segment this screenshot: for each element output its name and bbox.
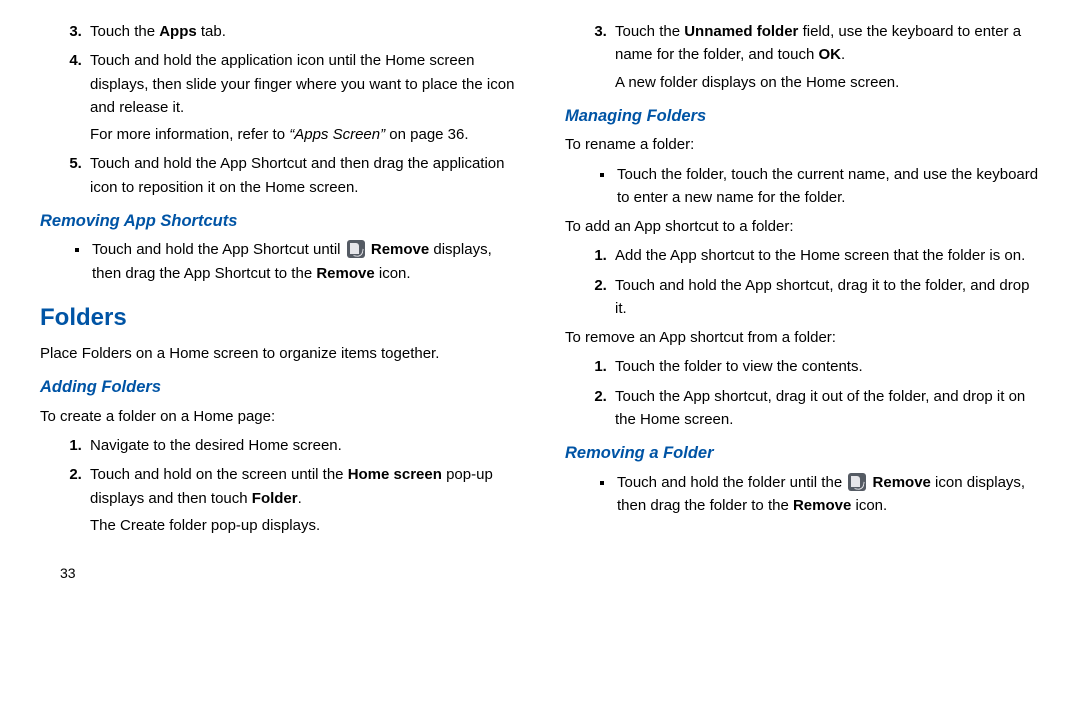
step-3: Touch the Apps tab. xyxy=(86,20,515,43)
heading-removing-app-shortcuts: Removing App Shortcuts xyxy=(40,209,515,235)
remove-steps: Touch the folder to view the contents. T… xyxy=(565,355,1040,431)
rename-intro: To rename a folder: xyxy=(565,133,1040,156)
heading-removing-a-folder: Removing a Folder xyxy=(565,441,1040,467)
step-text: Touch and hold the application icon unti… xyxy=(90,52,514,116)
step-4: Touch and hold the application icon unti… xyxy=(86,49,515,146)
add-steps: Add the App shortcut to the Home screen … xyxy=(565,244,1040,320)
step-text: Touch the App shortcut, drag it out of t… xyxy=(615,388,1025,428)
folders-intro: Place Folders on a Home screen to organi… xyxy=(40,342,515,365)
remove-step-2: Touch the App shortcut, drag it out of t… xyxy=(611,385,1040,432)
heading-adding-folders: Adding Folders xyxy=(40,375,515,401)
step-text: Add the App shortcut to the Home screen … xyxy=(615,247,1025,264)
heading-managing-folders: Managing Folders xyxy=(565,104,1040,130)
remove-icon xyxy=(848,473,866,491)
removefolder-bullet: Touch and hold the folder until the Remo… xyxy=(615,471,1040,518)
remove-step-1: Touch the folder to view the contents. xyxy=(611,355,1040,378)
adding-intro: To create a folder on a Home page: xyxy=(40,405,515,428)
step-text: Touch and hold the App shortcut, drag it… xyxy=(615,277,1029,317)
step-text: Touch and hold the App Shortcut and then… xyxy=(90,155,504,195)
adding-step-1: Navigate to the desired Home screen. xyxy=(86,434,515,457)
add-step-2: Touch and hold the App shortcut, drag it… xyxy=(611,274,1040,321)
page-number: 33 xyxy=(40,563,1040,585)
bullet-item: Touch and hold the App Shortcut until Re… xyxy=(90,238,515,285)
steps-list: Touch the Apps tab. Touch and hold the a… xyxy=(40,20,515,199)
step-text: Navigate to the desired Home screen. xyxy=(90,437,342,454)
heading-folders: Folders xyxy=(40,299,515,336)
step-5: Touch and hold the App Shortcut and then… xyxy=(86,152,515,199)
step-subtext: The Create folder pop-up displays. xyxy=(90,514,515,537)
add-intro: To add an App shortcut to a folder: xyxy=(565,215,1040,238)
rename-bullet: Touch the folder, touch the current name… xyxy=(615,163,1040,210)
remove-intro: To remove an App shortcut from a folder: xyxy=(565,326,1040,349)
col2-steps: Touch the Unnamed folder field, use the … xyxy=(565,20,1040,94)
adding-steps: Navigate to the desired Home screen. Tou… xyxy=(40,434,515,537)
step-subtext: For more information, refer to “Apps Scr… xyxy=(90,123,515,146)
rename-bullets: Touch the folder, touch the current name… xyxy=(565,163,1040,210)
step-text: Touch and hold on the screen until the H… xyxy=(90,466,493,506)
remove-icon xyxy=(347,240,365,258)
step-text: Touch the folder to view the contents. xyxy=(615,358,863,375)
step-subtext: A new folder displays on the Home screen… xyxy=(615,71,1040,94)
col2-step-3: Touch the Unnamed folder field, use the … xyxy=(611,20,1040,94)
step-text: Touch the Apps tab. xyxy=(90,23,226,40)
add-step-1: Add the App shortcut to the Home screen … xyxy=(611,244,1040,267)
adding-step-2: Touch and hold on the screen until the H… xyxy=(86,463,515,537)
bullet-list: Touch and hold the App Shortcut until Re… xyxy=(40,238,515,285)
removefolder-bullets: Touch and hold the folder until the Remo… xyxy=(565,471,1040,518)
step-text: Touch the Unnamed folder field, use the … xyxy=(615,23,1021,63)
